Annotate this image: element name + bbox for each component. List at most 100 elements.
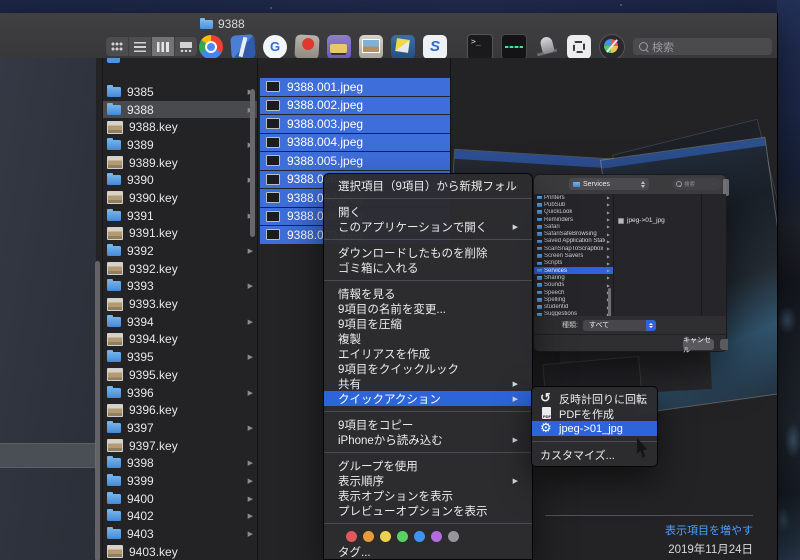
- file-list-item[interactable]: 9397.key: [103, 437, 257, 455]
- image-viewer-app-icon[interactable]: [359, 35, 383, 59]
- menu-item[interactable]: [324, 275, 532, 286]
- file-list-item[interactable]: 9396: [103, 384, 257, 402]
- menu-item[interactable]: [324, 193, 532, 204]
- file-list-item[interactable]: 9396.key: [103, 401, 257, 419]
- tag-color-dot[interactable]: [414, 531, 425, 542]
- menu-item[interactable]: 開く: [324, 204, 532, 219]
- menu-item-tags[interactable]: タグ...: [324, 544, 532, 559]
- menu-item[interactable]: ゴミ箱に入れる: [324, 260, 532, 275]
- parent-selected-row[interactable]: [0, 443, 96, 468]
- submenu-item[interactable]: 反時計回りに回転: [532, 391, 657, 406]
- screenshot-app-icon[interactable]: [567, 35, 591, 59]
- file-list-item[interactable]: 9390: [103, 171, 257, 189]
- file-list-item[interactable]: 9397: [103, 419, 257, 437]
- dialog-folder-row[interactable]: SafariSafeBrowsing: [534, 230, 613, 237]
- file-list-item[interactable]: 9403.key: [103, 543, 257, 560]
- menu-item[interactable]: 表示順序: [324, 473, 532, 488]
- dialog-folder-row[interactable]: Speech: [534, 289, 613, 296]
- dialog-folder-row[interactable]: Screen Savers: [534, 252, 613, 259]
- parent-column-scrollbar[interactable]: [95, 261, 100, 560]
- file-list-item[interactable]: 9392.key: [103, 260, 257, 278]
- file-list-item[interactable]: 9390.key: [103, 189, 257, 207]
- menu-item[interactable]: 表示オプションを表示: [324, 488, 532, 503]
- file-list-item[interactable]: 9391.key: [103, 225, 257, 243]
- menu-item[interactable]: 9項目の名前を変更...: [324, 301, 532, 316]
- file-list-item[interactable]: 9394.key: [103, 331, 257, 349]
- menu-item[interactable]: [324, 406, 532, 417]
- dialog-folder-row[interactable]: Spelling: [534, 296, 613, 303]
- dialog-file-item[interactable]: jpeg->01_jpg: [618, 217, 665, 224]
- maps-app-icon[interactable]: [230, 34, 256, 60]
- file-list-item[interactable]: 9400: [103, 490, 257, 508]
- dialog-folder-row[interactable]: Sounds: [534, 282, 613, 289]
- view-switcher[interactable]: [105, 36, 198, 57]
- menu-item[interactable]: 選択項目（9項目）から新規フォルダ: [324, 178, 532, 193]
- menu-item[interactable]: 複製: [324, 331, 532, 346]
- file-list-item[interactable]: 9398: [103, 454, 257, 472]
- file-list-item[interactable]: 9394: [103, 313, 257, 331]
- dialog-folder-row[interactable]: Reminders: [534, 216, 613, 223]
- menu-item[interactable]: 共有: [324, 376, 532, 391]
- menu-item[interactable]: [324, 234, 532, 245]
- photos-red-app-icon[interactable]: [294, 34, 320, 60]
- search-field[interactable]: 検索: [633, 38, 772, 55]
- terminal-app-icon[interactable]: [467, 34, 493, 60]
- menu-item[interactable]: エイリアスを作成: [324, 346, 532, 361]
- dialog-folder-row[interactable]: Safari: [534, 223, 613, 230]
- icon-view-button[interactable]: [106, 37, 129, 56]
- tag-color-dot[interactable]: [363, 531, 374, 542]
- automator-app-icon[interactable]: [535, 35, 559, 59]
- dialog-folder-row[interactable]: studentid: [534, 303, 613, 310]
- color-meter-app-icon[interactable]: [599, 34, 625, 60]
- selected-file-row[interactable]: 9388.002.jpeg: [260, 96, 450, 114]
- file-list-item[interactable]: 9389.key: [103, 154, 257, 172]
- desktop-app-icon[interactable]: [391, 35, 415, 59]
- menu-item[interactable]: プレビューオプションを表示: [324, 503, 532, 518]
- file-list-item[interactable]: 9388: [103, 100, 257, 119]
- folder-column-scrollbar[interactable]: [250, 89, 255, 237]
- dialog-folder-row[interactable]: Printers: [534, 194, 613, 201]
- menu-item[interactable]: 9項目を圧縮: [324, 316, 532, 331]
- menu-item[interactable]: このアプリケーションで開く: [324, 219, 532, 234]
- tag-color-dot[interactable]: [448, 531, 459, 542]
- chrome-app-icon[interactable]: [199, 35, 223, 59]
- dialog-folder-row[interactable]: PubSub: [534, 201, 613, 208]
- show-more-link[interactable]: 表示項目を増やす: [545, 522, 753, 538]
- tag-color-dot[interactable]: [346, 531, 357, 542]
- list-view-button[interactable]: [129, 37, 152, 56]
- s-app-icon[interactable]: [423, 35, 447, 59]
- truck-app-icon[interactable]: [327, 35, 351, 59]
- file-list-item[interactable]: 9391: [103, 207, 257, 225]
- tag-color-dot[interactable]: [380, 531, 391, 542]
- file-list-item[interactable]: 9399: [103, 472, 257, 490]
- file-list-item[interactable]: 9395.key: [103, 366, 257, 384]
- file-list-item[interactable]: 9392: [103, 242, 257, 260]
- gallery-view-button[interactable]: [175, 37, 197, 56]
- selected-file-row[interactable]: 9388.001.jpeg: [260, 78, 450, 96]
- menu-item[interactable]: [324, 447, 532, 458]
- file-list-item[interactable]: 9393: [103, 278, 257, 296]
- file-list-item[interactable]: 9393.key: [103, 295, 257, 313]
- menu-item[interactable]: グループを使用: [324, 458, 532, 473]
- submenu-item[interactable]: PDFを作成: [532, 406, 657, 421]
- file-list-item[interactable]: 9385: [103, 83, 257, 101]
- menu-item[interactable]: iPhoneから読み込む: [324, 432, 532, 447]
- menu-item[interactable]: 9項目をクイックルック: [324, 361, 532, 376]
- dialog-folder-row[interactable]: Saved Application State: [534, 238, 613, 245]
- dialog-folder-row[interactable]: Services: [534, 266, 613, 275]
- selected-file-row[interactable]: 9388.005.jpeg: [260, 152, 450, 170]
- dialog-folder-row[interactable]: Scripts: [534, 260, 613, 267]
- file-list-item[interactable]: 9402: [103, 508, 257, 526]
- file-list-item[interactable]: 9395: [103, 348, 257, 366]
- dialog-list-scrollbar[interactable]: [608, 288, 611, 316]
- folder-dropdown[interactable]: Services: [569, 178, 649, 190]
- dialog-folder-row[interactable]: Sharing: [534, 274, 613, 281]
- tag-color-dot[interactable]: [431, 531, 442, 542]
- selected-file-row[interactable]: 9388.004.jpeg: [260, 133, 450, 151]
- partial-button[interactable]: [720, 339, 728, 350]
- column-view-button[interactable]: [152, 37, 175, 56]
- cancel-button[interactable]: キャンセル: [683, 337, 714, 354]
- menu-item[interactable]: 9項目をコピー: [324, 417, 532, 432]
- dialog-search-field[interactable]: 検索: [672, 178, 722, 190]
- menu-item[interactable]: ダウンロードしたものを削除: [324, 245, 532, 260]
